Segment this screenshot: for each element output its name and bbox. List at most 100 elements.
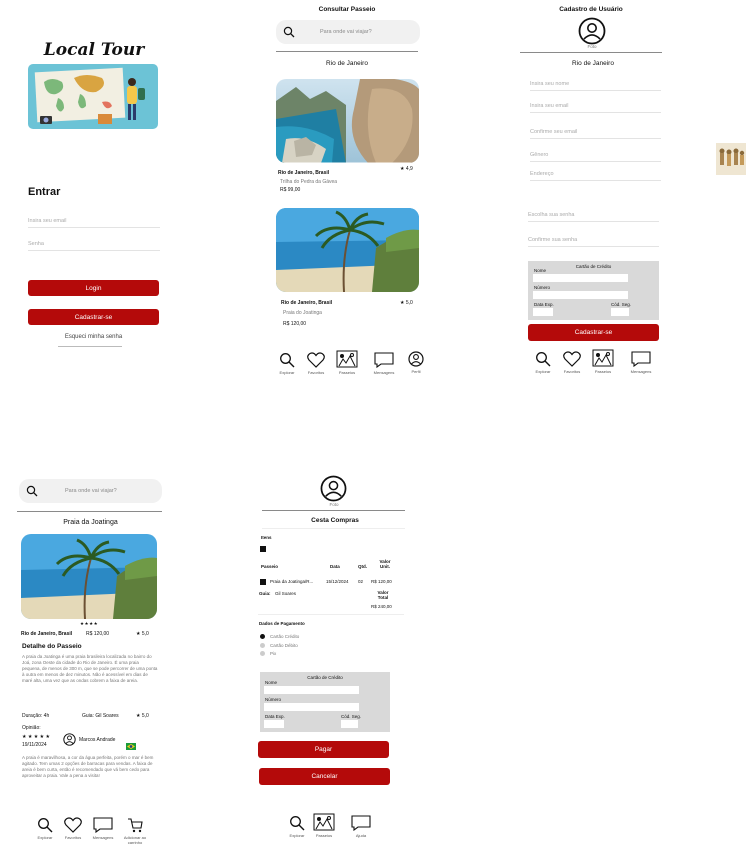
payment-option-pix: Pix [270,651,277,656]
item-checkbox[interactable] [260,546,266,552]
tour-photo-pedra-gavea[interactable] [276,79,419,163]
nav-favorites[interactable]: Favoritos [303,352,329,375]
card-exp-label: Data Exp. [534,302,554,307]
nav-label: Passeios [338,370,356,375]
nav-messages[interactable]: Mensagens [90,817,116,840]
card-name-input[interactable] [264,686,359,694]
world-map-illustration [28,64,158,129]
card-name-label: Nome [534,268,547,273]
search-divider [276,51,418,52]
nav-messages[interactable]: Mensagens [628,351,654,374]
card-cvv-label: Cód. Seg. [341,714,362,719]
tour-photo-joatinga[interactable] [276,208,419,292]
col-passeio: Passeio [261,564,279,569]
heart-icon [64,817,82,833]
map-tours-icon [336,350,358,368]
credit-card-form: Cartão de Crédito Nome Número Data Exp. … [528,261,659,320]
nav-explore[interactable]: Explorar [530,351,556,374]
payment-title: Dados de Pagamento [259,621,305,626]
payment-option-credit: Cartão Crédito [270,634,300,639]
card-name-input[interactable] [533,274,628,282]
radio-credit[interactable] [260,634,265,639]
chat-icon [351,815,371,831]
radio-pix[interactable] [260,651,265,656]
password-field[interactable]: Senha [28,241,160,251]
nav-label: Mensagens [92,835,114,840]
col-qtd: Qtd. [358,564,367,569]
tour-main-photo [21,534,157,619]
reviewer-name: Marcos Andrade [79,737,116,743]
guide-rating: ★ 5,0 [136,713,149,719]
row-checkbox[interactable] [260,579,266,585]
nav-messages[interactable]: Mensagens [371,352,397,375]
email-field[interactable]: Insira seu email [530,103,661,113]
tour-name: Praia do Joatinga [283,310,322,316]
items-label: Itens [261,535,272,540]
add-to-cart-button[interactable]: Adicionar ao carrinho [121,817,149,845]
search-bar[interactable]: Para onde vai viajar? [19,479,162,503]
card-exp-input[interactable] [264,720,284,728]
nav-explore[interactable]: Explorar [284,815,310,838]
nav-label: Explorar [37,835,53,840]
guide-name: Gil Soares [275,591,297,596]
nav-label: Explorar [289,833,305,838]
search-icon [26,485,38,497]
nav-tours[interactable]: Passeios [590,349,616,374]
city-label: Rio de Janeiro [326,60,368,67]
tour-location: Rio de Janeiro, Brasil [21,631,73,637]
app-logo-text: Local Tour [43,40,145,60]
confirm-email-field[interactable]: Confirme seu email [530,129,661,139]
card-exp-label: Data Exp. [265,714,285,719]
tour-duration: Duração: 4h [22,713,50,719]
card-number-input[interactable] [264,703,359,711]
card-cvv-input[interactable] [611,308,629,316]
email-field[interactable]: Insira seu email [28,218,160,228]
card-number-input[interactable] [533,291,628,299]
nav-label: Adicionar ao carrinho [123,835,147,845]
nav-label: Passeios [315,833,333,838]
avatar-placeholder[interactable] [578,17,606,45]
nav-label: Favoritos [64,835,82,840]
review-date: 19/11/2024 [22,742,47,748]
nav-explore[interactable]: Explorar [274,352,300,375]
nav-profile[interactable]: Perfil [403,351,429,374]
card-cvv-input[interactable] [341,720,358,728]
consultar-title: Consultar Passeio [318,6,376,13]
gender-field[interactable]: Gênero [530,152,661,162]
nav-explore[interactable]: Explorar [32,817,58,840]
tour-price: R$ 99,00 [280,187,301,193]
card-exp-input[interactable] [533,308,553,316]
cancel-button[interactable]: Cancelar [259,768,390,785]
carousel-dots: ★★★★ [80,621,99,626]
submit-signup-button[interactable]: Cadastrar-se [528,324,659,341]
heart-icon [307,352,325,368]
search-placeholder: Para onde vai viajar? [65,488,117,494]
forgot-password-link[interactable]: Esqueci minha senha [28,334,159,340]
signup-button[interactable]: Cadastrar-se [28,309,159,325]
nav-label: Mensagens [630,369,652,374]
name-field[interactable]: Insira seu nome [530,81,661,91]
nav-tours[interactable]: Passeios [334,350,360,375]
col-data: Data [330,564,340,569]
avatar-placeholder[interactable] [320,475,347,502]
login-button[interactable]: Login [28,280,159,296]
address-field[interactable]: Endereço [530,171,661,181]
nav-tours[interactable]: Passeios [311,813,337,838]
cart-icon [128,818,143,833]
password-field[interactable]: Escolha sua senha [528,212,659,222]
pay-button[interactable]: Pagar [258,741,389,758]
radio-debit[interactable] [260,643,265,648]
search-bar[interactable]: Para onde vai viajar? [276,20,420,44]
payment-option-debit: Cartão Débito [270,643,298,648]
login-title: Entrar [28,186,61,198]
nav-label: Mensagens [373,370,395,375]
confirm-password-field[interactable]: Confirme sua senha [528,237,659,247]
nav-favorites[interactable]: Favoritos [559,351,585,374]
search-icon [283,26,295,38]
nav-favorites[interactable]: Favoritos [60,817,86,840]
search-icon [280,353,295,368]
nav-help[interactable]: Ajuda [348,815,374,838]
total-label: Valor Total [377,590,389,600]
card-number-label: Número [265,697,282,702]
search-divider [17,511,162,512]
